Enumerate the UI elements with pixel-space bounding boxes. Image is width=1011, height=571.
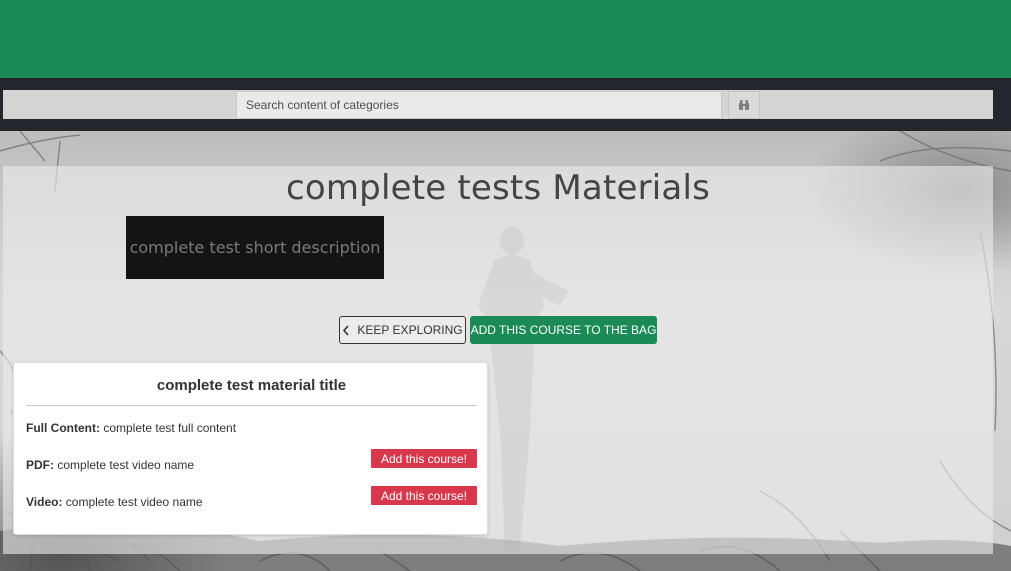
pdf-label: PDF: — [26, 458, 54, 472]
divider — [26, 405, 477, 406]
chevron-left-icon — [343, 324, 350, 336]
video-value: complete test video name — [65, 495, 203, 509]
pdf-row: PDF: complete test video name — [26, 458, 194, 472]
top-header-bar — [0, 0, 1011, 78]
pdf-value: complete test video name — [57, 458, 195, 472]
add-video-course-label: Add this course! — [380, 488, 468, 503]
video-row: Video: complete test video name — [26, 495, 203, 509]
add-to-bag-label: ADD THIS COURSE TO THE BAG — [470, 323, 657, 337]
full-content-label: Full Content: — [26, 421, 100, 435]
keep-exploring-label: KEEP EXPLORING — [357, 323, 463, 337]
material-card: complete test material title Full Conten… — [13, 362, 488, 535]
page-title: complete tests Materials — [285, 168, 711, 208]
search-input[interactable] — [236, 91, 722, 119]
search-button[interactable] — [728, 91, 760, 119]
full-content-value: complete test full content — [103, 421, 237, 435]
add-pdf-course-label: Add this course! — [380, 451, 468, 466]
material-title: complete test material title — [156, 377, 347, 394]
short-description-text: complete test short description — [129, 238, 381, 257]
add-video-course-button[interactable]: Add this course! — [371, 486, 477, 505]
add-pdf-course-button[interactable]: Add this course! — [371, 449, 477, 468]
binoculars-icon — [739, 100, 749, 110]
video-label: Video: — [26, 495, 63, 509]
add-to-bag-button[interactable]: ADD THIS COURSE TO THE BAG — [470, 316, 657, 344]
keep-exploring-button[interactable]: KEEP EXPLORING — [339, 316, 466, 344]
full-content-row: Full Content: complete test full content — [26, 421, 236, 435]
short-description: complete test short description — [126, 216, 384, 279]
